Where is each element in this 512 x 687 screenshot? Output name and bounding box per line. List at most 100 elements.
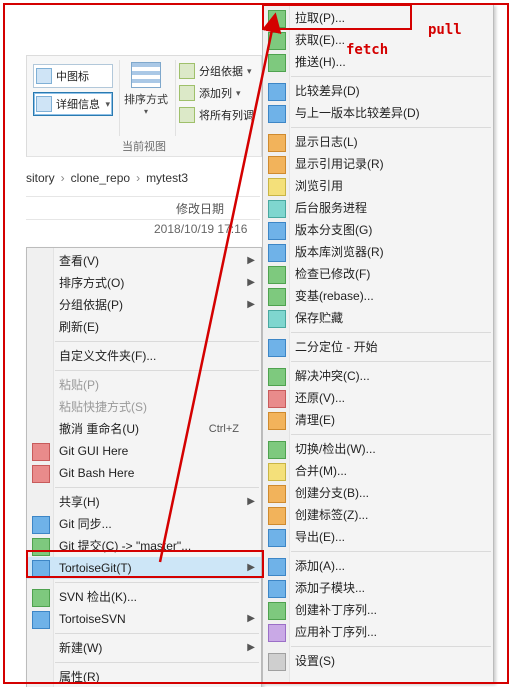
list-cell-date: 2018/10/19 17:16 <box>154 222 247 236</box>
tortoisegit-item[interactable]: 浏览引用 <box>263 175 493 197</box>
context-menu-item[interactable]: Git 提交(C) -> "master"... <box>27 535 261 557</box>
menu-item-icon <box>32 560 50 578</box>
sort-label: 排序方式 <box>124 91 168 107</box>
menu-item-icon <box>268 441 286 459</box>
context-menu-item[interactable]: TortoiseGit(T) ▶ <box>27 557 261 579</box>
context-menu-item[interactable]: 新建(W)▶ <box>27 637 261 659</box>
menu-separator <box>55 487 259 488</box>
tortoisegit-item[interactable]: 添加子模块... <box>263 577 493 599</box>
list-row[interactable]: 2018/10/19 17:16 <box>26 222 260 236</box>
tortoisegit-item[interactable]: 合并(M)... <box>263 460 493 482</box>
breadcrumb-item[interactable]: clone_repo <box>71 171 130 185</box>
menu-item-label: 版本分支图(G) <box>295 223 372 237</box>
menu-item-icon <box>268 507 286 525</box>
menu-separator <box>291 76 491 77</box>
menu-item-label: SVN 检出(K)... <box>59 590 137 604</box>
tortoisegit-item[interactable]: 比较差异(D) <box>263 80 493 102</box>
tortoisegit-item[interactable]: 变基(rebase)... <box>263 285 493 307</box>
menu-item-label: 解决冲突(C)... <box>295 369 370 383</box>
tortoisegit-item[interactable]: 应用补丁序列... <box>263 621 493 643</box>
menu-separator <box>291 361 491 362</box>
submenu-arrow-icon: ▶ <box>247 608 255 630</box>
menu-item-label: 切换/检出(W)... <box>295 442 376 456</box>
tortoisegit-item[interactable]: 设置(S) <box>263 650 493 672</box>
add-column-label: 添加列 <box>199 85 232 101</box>
menu-item-icon <box>268 485 286 503</box>
view-medium-icons[interactable]: 中图标 <box>33 64 113 88</box>
add-column-button[interactable]: 添加列 ▾ <box>175 82 261 104</box>
submenu-arrow-icon: ▶ <box>247 250 255 272</box>
context-menu-item[interactable]: 撤消 重命名(U)Ctrl+Z <box>27 418 261 440</box>
tortoisegit-item[interactable]: 检查已修改(F) <box>263 263 493 285</box>
menu-item-label: 变基(rebase)... <box>295 289 374 303</box>
tortoisegit-item[interactable]: 清理(E) <box>263 409 493 431</box>
context-menu-item[interactable]: Git 同步... <box>27 513 261 535</box>
submenu-arrow-icon: ▶ <box>247 637 255 659</box>
context-menu-item[interactable]: Git GUI Here <box>27 440 261 462</box>
context-menu-item[interactable]: 排序方式(O)▶ <box>27 272 261 294</box>
chevron-down-icon: ▾ <box>144 107 148 116</box>
submenu-arrow-icon: ▶ <box>247 557 255 579</box>
menu-item-label: 创建补丁序列... <box>295 603 377 617</box>
tortoisegit-item[interactable]: 创建分支(B)... <box>263 482 493 504</box>
view-details[interactable]: 详细信息 ▾ <box>33 92 113 116</box>
tortoisegit-item[interactable]: 版本分支图(G) <box>263 219 493 241</box>
context-menu-item[interactable]: 属性(R) <box>27 666 261 687</box>
group-icon <box>179 63 195 79</box>
context-menu-item[interactable]: 共享(H)▶ <box>27 491 261 513</box>
size-columns-button[interactable]: 将所有列调 <box>175 104 261 126</box>
menu-item-label: TortoiseGit(T) <box>59 561 132 575</box>
sort-by-button[interactable]: 排序方式 ▾ <box>119 60 173 118</box>
menu-item-icon <box>268 529 286 547</box>
menu-item-label: 比较差异(D) <box>295 84 360 98</box>
menu-item-icon <box>32 465 50 483</box>
tortoisegit-item[interactable]: 版本库浏览器(R) <box>263 241 493 263</box>
menu-item-icon <box>268 288 286 306</box>
menu-separator <box>55 370 259 371</box>
details-icon <box>36 96 52 112</box>
menu-item-icon <box>268 339 286 357</box>
context-menu-item[interactable]: 分组依据(P)▶ <box>27 294 261 316</box>
menu-item-label: 保存贮藏 <box>295 311 343 325</box>
context-menu-item[interactable]: 自定义文件夹(F)... <box>27 345 261 367</box>
menu-item-label: 检查已修改(F) <box>295 267 370 281</box>
tortoisegit-item[interactable]: 创建补丁序列... <box>263 599 493 621</box>
context-menu-item[interactable]: SVN 检出(K)... <box>27 586 261 608</box>
menu-item-icon <box>268 222 286 240</box>
context-menu-item[interactable]: 查看(V) ▶ <box>27 250 261 272</box>
menu-item-label: Git 提交(C) -> "master"... <box>59 539 191 553</box>
tortoisegit-item[interactable]: 创建标签(Z)... <box>263 504 493 526</box>
column-headers[interactable]: 修改日期 <box>26 196 260 220</box>
menu-item-label: 查看(V) <box>59 254 99 268</box>
context-menu-item[interactable]: TortoiseSVN▶ <box>27 608 261 630</box>
menu-item-icon <box>268 580 286 598</box>
context-menu-item: 粘贴快捷方式(S) <box>27 396 261 418</box>
breadcrumb-item[interactable]: sitory <box>26 171 55 185</box>
column-header-date[interactable]: 修改日期 <box>176 200 224 217</box>
tortoisegit-item[interactable]: 解决冲突(C)... <box>263 365 493 387</box>
menu-separator <box>55 662 259 663</box>
tortoisegit-item[interactable]: 导出(E)... <box>263 526 493 548</box>
menu-item-icon <box>268 156 286 174</box>
tortoisegit-item[interactable]: 添加(A)... <box>263 555 493 577</box>
menu-item-icon <box>268 558 286 576</box>
context-menu-item[interactable]: 刷新(E) <box>27 316 261 338</box>
tortoisegit-item[interactable]: 显示引用记录(R) <box>263 153 493 175</box>
context-menu-item[interactable]: Git Bash Here <box>27 462 261 484</box>
tortoisegit-item[interactable]: 后台服务进程 <box>263 197 493 219</box>
tortoisegit-item[interactable]: 切换/检出(W)... <box>263 438 493 460</box>
menu-item-label: Git Bash Here <box>59 466 134 480</box>
menu-item-icon <box>268 134 286 152</box>
tortoisegit-item[interactable]: 显示日志(L) <box>263 131 493 153</box>
breadcrumb-item[interactable]: mytest3 <box>146 171 188 185</box>
menu-item-label: 属性(R) <box>59 670 100 684</box>
menu-item-icon <box>268 32 286 50</box>
tortoisegit-item[interactable]: 与上一版本比较差异(D) <box>263 102 493 124</box>
tortoisegit-item[interactable]: 还原(V)... <box>263 387 493 409</box>
menu-item-label: 与上一版本比较差异(D) <box>295 106 420 120</box>
menu-item-label: 撤消 重命名(U) <box>59 422 139 436</box>
group-by-button[interactable]: 分组依据 ▾ <box>175 60 261 82</box>
menu-separator <box>291 127 491 128</box>
tortoisegit-item[interactable]: 二分定位 - 开始 <box>263 336 493 358</box>
tortoisegit-item[interactable]: 保存贮藏 <box>263 307 493 329</box>
